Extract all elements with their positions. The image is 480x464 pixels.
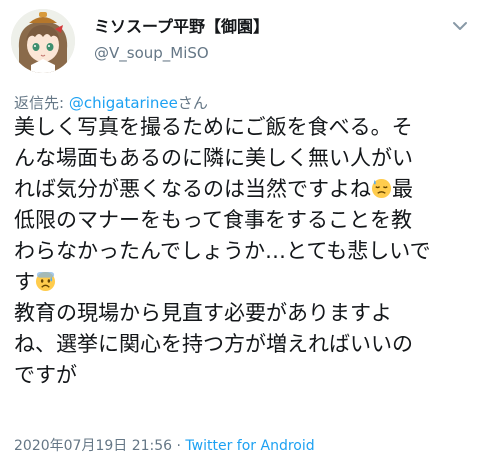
reply-mention-link[interactable]: @chigatarinee (69, 94, 178, 112)
tweet-line-text: れば気分が悪くなるのは当然ですよね (14, 177, 371, 201)
tweet-line-text: 低限のマナーをもって食事をすることを教 (14, 208, 412, 232)
display-name[interactable]: ミソスープ平野【御園】 (94, 13, 269, 37)
tweet-line-text: んな場面もあるのに隣に美しく無い人がい (14, 146, 413, 170)
tweet-line: 教育の現場から見直す必要がありますよ (14, 298, 474, 329)
tweet-line-text: わらなかったんでしょうか…とても悲しいで (14, 239, 431, 263)
tweet-timestamp[interactable]: 2020年07月19日 21:56 (14, 438, 172, 454)
tweet-line: 低限のマナーをもって食事をすることを教 (14, 205, 474, 236)
user-handle[interactable]: @V_soup_MiSO (94, 44, 209, 62)
tweet-line: ね、選挙に関心を持つ方が増えればいいの (14, 329, 474, 360)
tweet-line: んな場面もあるのに隣に美しく無い人がい (14, 143, 474, 174)
tweet-line-text: 最 (392, 177, 413, 201)
tweet-line-text: 美しく写真を撮るためにご飯を食べる。そ (14, 115, 413, 139)
tweet-text: 美しく写真を撮るためにご飯を食べる。そ んな場面もあるのに隣に美しく無い人がい … (14, 112, 474, 391)
tweet-line: わらなかったんでしょうか…とても悲しいで (14, 236, 474, 267)
tweet-line: 美しく写真を撮るためにご飯を食べる。そ (14, 112, 474, 143)
avatar-illustration (11, 9, 75, 73)
tweet-source-link[interactable]: Twitter for Android (185, 438, 314, 454)
tweet-line-text: 教育の現場から見直す必要がありますよ (14, 301, 392, 325)
tweet-line: す (14, 267, 474, 298)
tweet-line-text: す (14, 270, 35, 294)
tweet-line: ですが (14, 360, 474, 391)
avatar[interactable] (11, 9, 75, 73)
tweet-line-text: ですが (14, 363, 77, 387)
meta-separator: · (172, 438, 186, 454)
tweet-line: れば気分が悪くなるのは当然ですよね 最 (14, 174, 474, 205)
tweet-line-text: ね、選挙に関心を持つ方が増えればいいの (14, 332, 413, 356)
downcast-sweat-face-icon (371, 177, 392, 199)
reply-prefix: 返信先: (14, 94, 69, 112)
tweet-meta: 2020年07月19日 21:56 · Twitter for Android (14, 435, 315, 455)
anxious-sweat-face-icon (35, 270, 56, 292)
chevron-down-icon[interactable] (448, 14, 472, 38)
reply-to-line: 返信先: @chigatarineeさん (14, 92, 208, 113)
reply-suffix: さん (177, 94, 208, 112)
